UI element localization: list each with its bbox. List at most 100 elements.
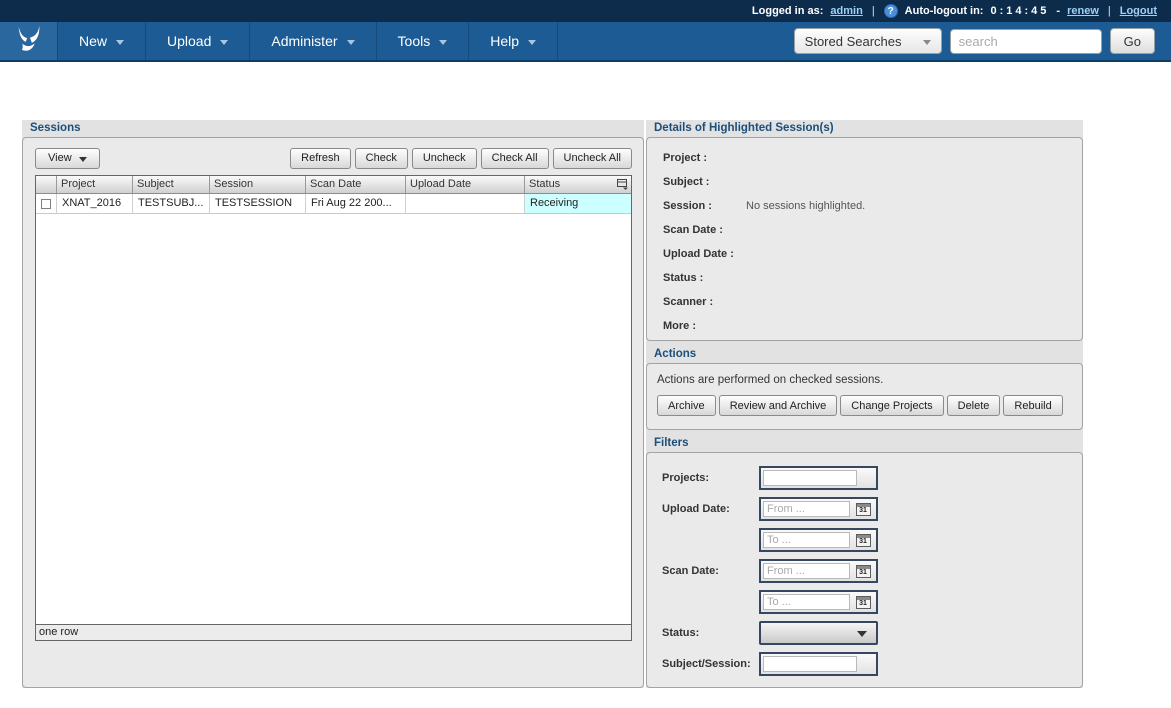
renew-link[interactable]: renew bbox=[1067, 5, 1099, 17]
calendar-day: 31 bbox=[859, 599, 867, 608]
view-button[interactable]: View bbox=[35, 148, 100, 169]
detail-label: More : bbox=[663, 320, 746, 332]
row-checkbox-cell bbox=[36, 194, 57, 213]
header-project[interactable]: Project bbox=[57, 176, 133, 193]
menu-administer-label: Administer bbox=[271, 33, 337, 49]
scan-to-control: 31 bbox=[759, 590, 878, 614]
row-checkbox[interactable] bbox=[41, 199, 51, 209]
menu-upload-label: Upload bbox=[167, 33, 211, 49]
calendar-icon[interactable]: 31 bbox=[856, 534, 871, 547]
scan-date-to-input[interactable] bbox=[763, 594, 850, 610]
right-panel: Details of Highlighted Session(s) Projec… bbox=[646, 120, 1083, 688]
header-session[interactable]: Session bbox=[210, 176, 306, 193]
upload-date-from-input[interactable] bbox=[763, 501, 850, 517]
main-content: Sessions View Refresh Check Uncheck Chec… bbox=[22, 120, 1171, 688]
table-header-row: Project Subject Session Scan Date Upload… bbox=[36, 176, 631, 194]
chevron-down-icon bbox=[857, 631, 867, 637]
stored-searches-dropdown[interactable]: Stored Searches bbox=[794, 28, 942, 54]
chevron-down-icon bbox=[79, 157, 87, 162]
filter-row-scan-from: Scan Date: 31 bbox=[662, 559, 1082, 583]
calendar-day: 31 bbox=[859, 506, 867, 515]
change-projects-button[interactable]: Change Projects bbox=[840, 395, 943, 416]
help-icon[interactable]: ? bbox=[884, 4, 898, 18]
detail-label: Session : bbox=[663, 200, 746, 212]
detail-row-project: Project : bbox=[663, 146, 1072, 170]
chevron-down-icon bbox=[528, 40, 536, 45]
calendar-icon[interactable]: 31 bbox=[856, 503, 871, 516]
sessions-table: Project Subject Session Scan Date Upload… bbox=[35, 175, 632, 641]
search-input[interactable] bbox=[950, 29, 1102, 54]
nav-search-area: Stored Searches Go bbox=[794, 22, 1171, 60]
chevron-down-icon bbox=[220, 40, 228, 45]
status-filter-dropdown[interactable] bbox=[759, 621, 878, 645]
upload-to-control: 31 bbox=[759, 528, 878, 552]
sessions-toolbar: View Refresh Check Uncheck Check All Unc… bbox=[35, 147, 632, 169]
actions-note: Actions are performed on checked session… bbox=[657, 374, 1072, 386]
projects-filter-input[interactable] bbox=[763, 470, 857, 486]
calendar-top bbox=[857, 597, 870, 600]
detail-row-session: Session : No sessions highlighted. bbox=[663, 194, 1072, 218]
scan-date-from-input[interactable] bbox=[763, 563, 850, 579]
chevron-down-icon bbox=[439, 40, 447, 45]
details-title: Details of Highlighted Session(s) bbox=[646, 120, 1083, 137]
chevron-down-icon bbox=[923, 40, 931, 45]
review-and-archive-button[interactable]: Review and Archive bbox=[719, 395, 838, 416]
header-status-label: Status bbox=[529, 178, 560, 190]
username-link[interactable]: admin bbox=[830, 5, 862, 17]
calendar-top bbox=[857, 535, 870, 538]
rebuild-button[interactable]: Rebuild bbox=[1003, 395, 1062, 416]
logout-link[interactable]: Logout bbox=[1120, 5, 1157, 17]
filter-row-projects: Projects: bbox=[662, 466, 1082, 490]
table-row[interactable]: XNAT_2016 TESTSUBJ... TESTSESSION Fri Au… bbox=[36, 194, 631, 214]
menu-help[interactable]: Help bbox=[469, 22, 558, 60]
menu-upload[interactable]: Upload bbox=[146, 22, 250, 60]
xnat-logo-icon bbox=[14, 24, 44, 59]
xnat-logo[interactable] bbox=[0, 22, 58, 60]
subject-session-filter-input[interactable] bbox=[763, 656, 857, 672]
header-upload-date[interactable]: Upload Date bbox=[406, 176, 525, 193]
menu-tools[interactable]: Tools bbox=[377, 22, 470, 60]
menu-new[interactable]: New bbox=[58, 22, 146, 60]
dash: - bbox=[1056, 5, 1060, 17]
toolbar-buttons: Refresh Check Uncheck Check All Uncheck … bbox=[290, 148, 632, 169]
header-checkbox-cell bbox=[36, 176, 57, 193]
refresh-button[interactable]: Refresh bbox=[290, 148, 351, 169]
detail-row-subject: Subject : bbox=[663, 170, 1072, 194]
scan-date-filter-label: Scan Date: bbox=[662, 565, 759, 577]
menu-administer[interactable]: Administer bbox=[250, 22, 376, 60]
subject-session-filter-label: Subject/Session: bbox=[662, 658, 759, 670]
archive-button[interactable]: Archive bbox=[657, 395, 716, 416]
menu-tools-label: Tools bbox=[398, 33, 431, 49]
filter-row-status: Status: bbox=[662, 621, 1082, 645]
menu-new-label: New bbox=[79, 33, 107, 49]
logged-in-as-label: Logged in as: bbox=[752, 5, 824, 17]
projects-filter-control bbox=[759, 466, 878, 490]
sessions-box: View Refresh Check Uncheck Check All Unc… bbox=[22, 137, 644, 688]
calendar-icon[interactable]: 31 bbox=[856, 596, 871, 609]
delete-button[interactable]: Delete bbox=[947, 395, 1001, 416]
uncheck-all-button[interactable]: Uncheck All bbox=[553, 148, 632, 169]
calendar-day: 31 bbox=[859, 537, 867, 546]
uncheck-button[interactable]: Uncheck bbox=[412, 148, 477, 169]
autologout-timer: 0:14:45 bbox=[990, 5, 1049, 17]
detail-label: Scanner : bbox=[663, 296, 746, 308]
check-button[interactable]: Check bbox=[355, 148, 408, 169]
check-all-button[interactable]: Check All bbox=[481, 148, 549, 169]
header-scan-date[interactable]: Scan Date bbox=[306, 176, 406, 193]
header-subject[interactable]: Subject bbox=[133, 176, 210, 193]
row-scan-date: Fri Aug 22 200... bbox=[306, 194, 406, 213]
detail-row-status: Status : bbox=[663, 266, 1072, 290]
filters-box: Projects: Upload Date: 31 bbox=[646, 452, 1083, 688]
calendar-icon[interactable]: 31 bbox=[856, 565, 871, 578]
projects-filter-label: Projects: bbox=[662, 472, 759, 484]
upload-date-to-input[interactable] bbox=[763, 532, 850, 548]
calendar-top bbox=[857, 504, 870, 507]
chevron-down-icon bbox=[116, 40, 124, 45]
header-status[interactable]: Status bbox=[525, 176, 631, 193]
details-box: Project : Subject : Session : No session… bbox=[646, 137, 1083, 341]
go-button[interactable]: Go bbox=[1110, 28, 1155, 54]
scan-from-control: 31 bbox=[759, 559, 878, 583]
actions-title: Actions bbox=[646, 346, 1083, 363]
separator: | bbox=[870, 5, 877, 17]
detail-row-scanner: Scanner : bbox=[663, 290, 1072, 314]
